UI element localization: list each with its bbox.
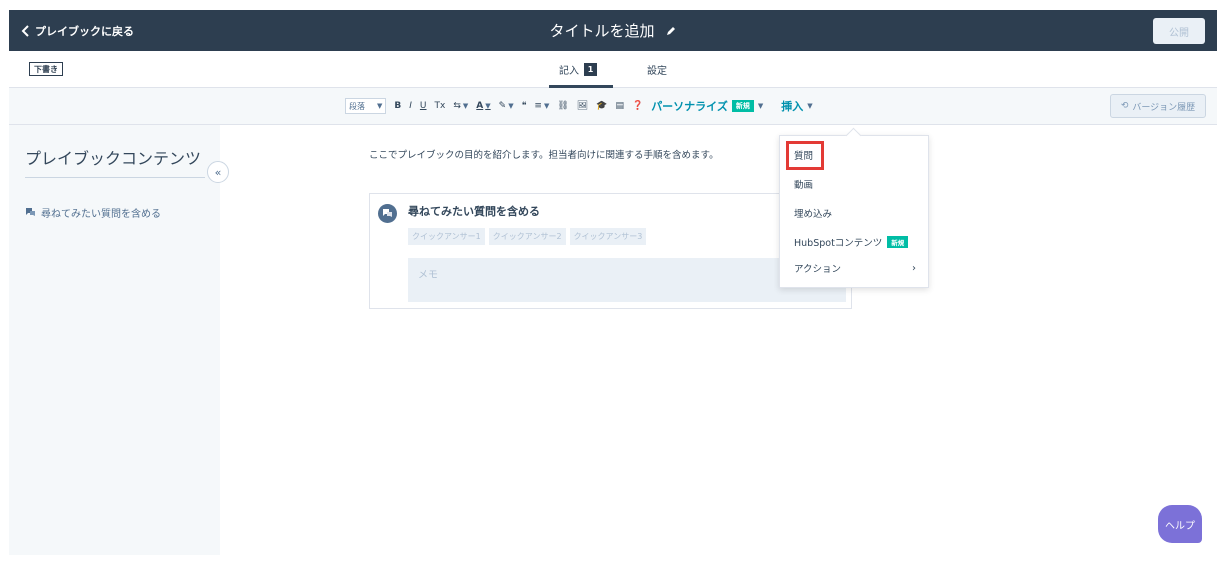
bold-button[interactable]: B [394, 101, 401, 111]
tab-write[interactable]: 記入 1 [549, 51, 613, 88]
clear-format-button[interactable]: Tx [435, 101, 446, 111]
table-button[interactable]: ▤ [615, 101, 624, 111]
list-button[interactable]: ≡ ▼ [534, 101, 549, 111]
caret-down-icon: ▼ [543, 102, 550, 110]
tab-settings-label: 設定 [647, 66, 667, 77]
editor-toolbar-row: 段落 ▼ B I U Tx ⇆ ▼ A ▼ ✎ ▼ ❝ ≡ ▼ ⛓ 🖼 🎓 ▤ ❓ パー… [9, 88, 1217, 125]
back-to-playbooks-button[interactable]: プレイブックに戻る [21, 22, 134, 40]
menu-item-video[interactable]: 動画 [780, 170, 930, 198]
quick-answer-2[interactable]: クイックアンサー2 [488, 228, 566, 245]
insert-label: 挿入 [781, 100, 804, 113]
sub-header: 下書き 記入 1 設定 [9, 51, 1217, 88]
personalize-label: パーソナライズ [651, 100, 728, 113]
intro-text[interactable]: ここでプレイブックの目的を紹介します。担当者向けに関連する手順を含めます。 [369, 147, 719, 161]
title-wrap: タイトルを追加 [9, 10, 1217, 51]
new-badge: 新規 [887, 236, 909, 248]
image-button[interactable]: 🖼 [577, 101, 588, 111]
personalize-button[interactable]: パーソナライズ 新規 ▼ [651, 98, 763, 114]
menu-item-label: アクション [794, 264, 842, 275]
caret-down-icon: ▼ [485, 102, 491, 110]
sidebar-divider [25, 177, 205, 178]
version-history-label: バージョン履歴 [1132, 102, 1196, 113]
insert-button[interactable]: 挿入 ▼ [781, 98, 812, 114]
underline-button[interactable]: U [420, 101, 427, 111]
menu-item-action[interactable]: アクション › [780, 254, 930, 282]
link-button[interactable]: ⛓ [557, 101, 568, 111]
playbook-title[interactable]: タイトルを追加 [549, 20, 676, 41]
list-icon: ≡ [534, 101, 542, 111]
tab-write-label: 記入 [559, 66, 579, 77]
menu-item-label: 動画 [794, 180, 814, 191]
insert-dropdown-menu: 質問 動画 埋め込み HubSpotコンテンツ 新規 アクション › [779, 135, 929, 288]
menu-item-embed[interactable]: 埋め込み [780, 199, 930, 227]
menu-item-label: HubSpotコンテンツ [794, 238, 883, 249]
back-label: プレイブックに戻る [35, 25, 134, 38]
chevron-left-icon [21, 25, 29, 37]
quick-answer-1[interactable]: クイックアンサー1 [408, 228, 485, 245]
menu-item-hubspot-content[interactable]: HubSpotコンテンツ 新規 [780, 228, 930, 256]
new-badge: 新規 [731, 100, 754, 112]
version-history-button[interactable]: ⟲ バージョン履歴 [1110, 94, 1206, 118]
question-title: 尋ねてみたい質問を含める [408, 205, 540, 218]
quick-answer-3[interactable]: クイックアンサー3 [569, 228, 647, 245]
caret-down-icon: ▼ [757, 102, 764, 110]
help-button[interactable]: ヘルプ [1158, 505, 1202, 543]
question-button[interactable]: ❓ [632, 101, 643, 111]
history-icon: ⟲ [1120, 101, 1129, 111]
editor-tabs: 記入 1 設定 [9, 51, 1217, 88]
playbook-contents-sidebar: プレイブックコンテンツ 尋ねてみたい質問を含める [9, 125, 220, 555]
editor-content: ここでプレイブックの目的を紹介します。担当者向けに関連する手順を含めます。 尋ね… [220, 125, 1217, 555]
paragraph-style-select[interactable]: 段落 ▼ [345, 98, 387, 114]
menu-item-label: 質問 [794, 151, 814, 162]
highlight-icon: ✎ [498, 101, 507, 111]
italic-button[interactable]: I [409, 101, 412, 111]
sidebar-item-question[interactable]: 尋ねてみたい質問を含める [25, 205, 161, 220]
sidebar-title: プレイブックコンテンツ [25, 149, 202, 168]
highlight-color-button[interactable]: ✎ ▼ [499, 101, 514, 111]
menu-item-label: 埋め込み [794, 209, 833, 220]
question-chat-icon [26, 208, 35, 216]
text-color-icon: A [476, 101, 484, 111]
more-style-button[interactable]: ⇆ ▼ [453, 101, 468, 111]
tab-settings[interactable]: 設定 [641, 51, 673, 88]
caret-down-icon: ▼ [377, 102, 383, 110]
more-style-icon: ⇆ [453, 101, 461, 111]
pencil-icon [666, 26, 675, 35]
course-button[interactable]: 🎓 [596, 101, 607, 111]
paragraph-style-value: 段落 [349, 101, 365, 111]
caret-down-icon: ▼ [508, 102, 514, 110]
title-text: タイトルを追加 [549, 22, 655, 40]
quick-answers: クイックアンサー1 クイックアンサー2 クイックアンサー3 [408, 228, 647, 245]
caret-down-icon: ▼ [807, 102, 813, 110]
publish-button[interactable]: 公開 [1153, 18, 1205, 44]
top-header: プレイブックに戻る タイトルを追加 公開 [9, 10, 1217, 51]
tab-write-count: 1 [584, 63, 597, 76]
chevron-right-icon: › [912, 262, 916, 274]
editor-toolbar: 段落 ▼ B I U Tx ⇆ ▼ A ▼ ✎ ▼ ❝ ≡ ▼ ⛓ 🖼 🎓 ▤ ❓ パー… [345, 97, 813, 115]
collapse-sidebar-button[interactable]: « [207, 161, 229, 183]
playbook-editor: プレイブックに戻る タイトルを追加 公開 下書き 記入 1 設定 段落 ▼ B … [9, 10, 1217, 555]
question-chat-icon [378, 204, 397, 223]
menu-item-question[interactable]: 質問 [780, 141, 930, 169]
caret-down-icon: ▼ [462, 102, 469, 110]
blockquote-button[interactable]: ❝ [522, 101, 527, 111]
sidebar-item-label: 尋ねてみたい質問を含める [41, 209, 161, 220]
text-color-button[interactable]: A ▼ [476, 101, 490, 111]
